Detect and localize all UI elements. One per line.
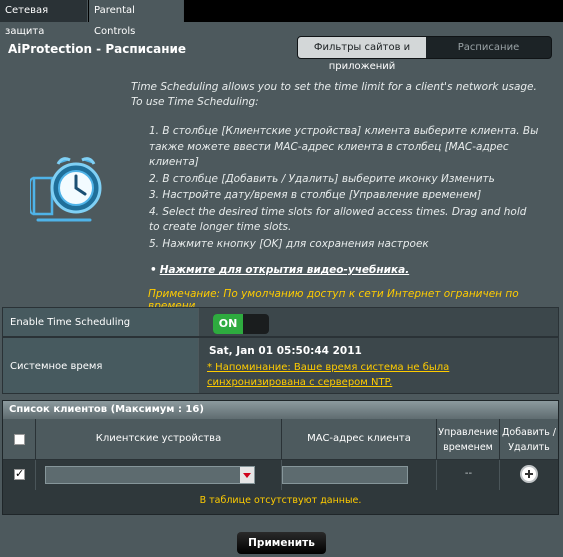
instruction-steps: 1. В столбце [Клиентские устройства] кли… [149,124,539,253]
add-icon[interactable] [520,465,538,483]
alarm-clock-icon [29,150,108,233]
select-all-checkbox[interactable] [14,434,25,445]
client-list-table: Список клиентов (Максимум : 16) Клиентск… [2,400,559,515]
mode-switch: Фильтры сайтов и приложений Расписание [297,36,552,72]
segment-schedule[interactable]: Расписание [426,37,551,58]
segment-web-app-filters-line2: приложений [328,61,396,72]
enable-toggle[interactable]: ON [213,314,269,334]
bullet-icon: • [150,264,157,276]
video-tutorial: • Нажмите для открытия видео-учебника. [150,264,409,276]
segment-web-app-filters-line1: Фильтры сайтов и [313,42,411,53]
column-header-time-line1: Управление [438,427,498,438]
row-checkbox-cell [3,460,36,490]
segment-web-app-filters[interactable]: Фильтры сайтов и приложений [298,37,426,72]
column-header-devices-label: Клиентские устройства [95,433,222,444]
empty-table-message: В таблице отсутствуют данные. [3,490,558,514]
system-time-value: Sat, Jan 01 05:50:44 2011 [209,345,362,357]
top-tab-bar: Сетевая защита Parental Controls [0,0,563,37]
dropdown-arrow-icon[interactable] [240,467,254,483]
column-header-time-line2: временем [443,442,493,453]
enable-label: Enable Time Scheduling [3,308,198,336]
row-device-cell [36,460,282,490]
tab-parental-controls[interactable]: Parental Controls [89,0,184,37]
row-add-cell [500,460,558,490]
page-title: AiProtection - Расписание [8,42,187,56]
mac-address-input[interactable] [282,466,408,484]
system-time-value-cell: Sat, Jan 01 05:50:44 2011 * Напоминание:… [199,338,558,393]
step-3: 3. Настройте дату/время в столбце [Управ… [149,189,482,201]
tab-network-protection[interactable]: Сетевая защита [0,0,88,37]
toggle-on-label: ON [213,314,243,334]
column-header-mac-label: MAC-адрес клиента [307,433,411,444]
column-header-add-line2: Удалить [508,442,550,453]
row-mac-cell [282,460,437,490]
step-1: 1. В столбце [Клиентские устройства] кли… [149,125,539,168]
column-header-mac: MAC-адрес клиента [282,419,437,460]
step-4: 4. Select the desired time slots for all… [149,205,527,234]
select-all-header [3,419,36,460]
system-time-row: Системное время Sat, Jan 01 05:50:44 201… [2,337,559,394]
time-management-value: -- [464,468,473,479]
row-checkbox[interactable] [14,467,25,480]
column-header-add-line1: Добавить / [501,427,557,438]
apply-button[interactable]: Применить [237,532,326,554]
step-5: 5. Нажмите кнопку [OK] для сохранения на… [149,237,429,250]
column-header-time-management: Управление временем [437,419,500,460]
column-header-devices: Клиентские устройства [36,419,282,460]
intro-text: Time Scheduling allows you to set the ti… [131,81,537,108]
ntp-warning-link[interactable]: * Напоминание: Ваше время система не был… [207,360,547,390]
column-header-add-delete: Добавить / Удалить [500,419,558,460]
step-2: 2. В столбце [Добавить / Удалить] выбери… [149,172,495,185]
video-tutorial-link[interactable]: Нажмите для открытия видео-учебника. [160,264,409,276]
enable-value-cell: ON [199,308,558,336]
enable-row: Enable Time Scheduling ON [2,307,559,337]
client-device-dropdown[interactable] [45,466,255,484]
system-time-label: Системное время [3,338,198,393]
row-time-cell: -- [437,460,500,490]
client-list-header: Список клиентов (Максимум : 16) [3,401,558,419]
